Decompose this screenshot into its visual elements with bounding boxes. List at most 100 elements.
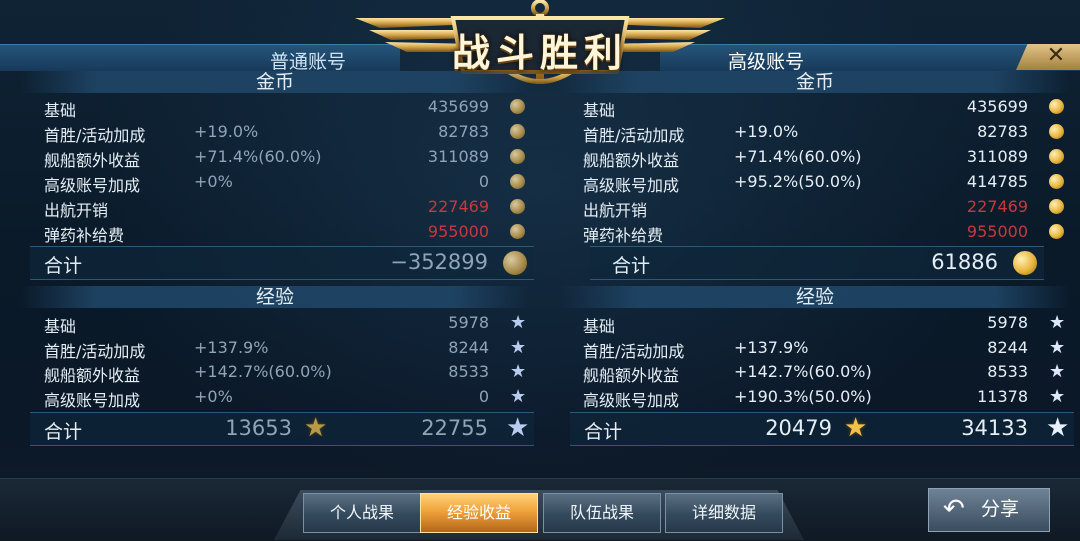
row-rate: +71.4%(60.0%) <box>734 147 862 166</box>
row-value: 8244 <box>448 338 489 357</box>
row-rate: +95.2%(50.0%) <box>734 172 862 191</box>
coin-icon <box>510 124 525 139</box>
row-value: 227469 <box>966 197 1028 216</box>
premium-gold-row: 弹药补给费 955000 <box>583 220 1073 245</box>
row-value: 0 <box>478 172 489 191</box>
normal-gold-row: 高级账号加成 +0% 0 <box>44 170 534 195</box>
total-value-1: 13653 <box>225 416 292 440</box>
premium-gold-total: 合计 61886 <box>590 246 1044 280</box>
coin-icon <box>1049 199 1064 214</box>
tab-detailed-data[interactable]: 详细数据 <box>665 493 783 533</box>
premium-gold-header: 金币 <box>560 71 1070 93</box>
star-icon: ★ <box>510 337 527 358</box>
coin-icon <box>510 99 525 114</box>
row-label: 首胜/活动加成 <box>44 342 146 361</box>
row-label: 弹药补给费 <box>583 226 664 245</box>
star-icon: ★ <box>1046 413 1070 443</box>
row-label: 舰船额外收益 <box>44 366 141 385</box>
tab-team-results[interactable]: 队伍战果 <box>543 493 661 533</box>
normal-gold-total: 合计 −352899 <box>30 246 534 280</box>
row-value: 82783 <box>438 122 489 141</box>
normal-exp-row: 舰船额外收益 +142.7%(60.0%) 8533 ★ <box>44 360 534 385</box>
row-label: 舰船额外收益 <box>44 151 141 170</box>
coin-icon <box>510 224 525 239</box>
row-label: 高级账号加成 <box>44 391 141 410</box>
total-label: 合计 <box>612 255 651 277</box>
row-value: 8533 <box>448 362 489 381</box>
premium-exp-row: 首胜/活动加成 +137.9% 8244 ★ <box>583 336 1073 361</box>
normal-gold-header: 金币 <box>20 71 530 93</box>
back-arrow-icon: ↶ <box>943 494 965 524</box>
row-label: 首胜/活动加成 <box>44 126 146 145</box>
premium-gold-row: 出航开销 227469 <box>583 195 1073 220</box>
coin-icon <box>510 149 525 164</box>
row-label: 高级账号加成 <box>583 391 680 410</box>
coin-icon <box>1013 251 1037 275</box>
star-icon: ★ <box>510 361 527 382</box>
row-value: 8244 <box>987 338 1028 357</box>
premium-gold-row: 高级账号加成 +95.2%(50.0%) 414785 <box>583 170 1073 195</box>
premium-exp-row: 舰船额外收益 +142.7%(60.0%) 8533 ★ <box>583 360 1073 385</box>
row-value: 435699 <box>966 97 1028 116</box>
normal-gold-row: 出航开销 227469 <box>44 195 534 220</box>
row-value: 8533 <box>987 362 1028 381</box>
premium-gold-row: 舰船额外收益 +71.4%(60.0%) 311089 <box>583 145 1073 170</box>
row-value: 0 <box>478 387 489 406</box>
tab-premium-label: 高级账号 <box>728 51 805 73</box>
share-label: 分享 <box>981 498 1020 520</box>
row-label: 基础 <box>44 101 77 120</box>
total-label: 合计 <box>44 421 83 443</box>
premium-exp-row: 高级账号加成 +190.3%(50.0%) 11378 ★ <box>583 385 1073 410</box>
premium-exp-total: 合计 20479 ★ 34133 ★ <box>570 412 1074 446</box>
row-label: 高级账号加成 <box>583 176 680 195</box>
row-value: 414785 <box>966 172 1028 191</box>
tab-normal-account[interactable]: 普通账号 <box>0 44 400 73</box>
coin-icon <box>510 174 525 189</box>
row-label: 舰船额外收益 <box>583 151 680 170</box>
total-label: 合计 <box>44 255 83 277</box>
normal-gold-row: 弹药补给费 955000 <box>44 220 534 245</box>
total-value-1: 20479 <box>765 416 832 440</box>
normal-exp-total: 合计 13653 ★ 22755 ★ <box>30 412 534 446</box>
row-rate: +19.0% <box>734 122 799 141</box>
coin-icon <box>1049 124 1064 139</box>
row-rate: +0% <box>194 387 233 406</box>
total-value: 61886 <box>931 250 998 274</box>
total-value-2: 22755 <box>421 416 488 440</box>
row-rate: +137.9% <box>734 338 809 357</box>
share-button[interactable]: ↶ 分享 <box>928 488 1050 532</box>
coin-icon <box>1049 149 1064 164</box>
row-label: 基础 <box>583 317 616 336</box>
row-value: 311089 <box>966 147 1028 166</box>
row-value: 955000 <box>966 222 1028 241</box>
coin-icon <box>1049 99 1064 114</box>
tab-personal-results[interactable]: 个人战果 <box>303 493 421 533</box>
row-value: 5978 <box>448 313 489 332</box>
star-icon: ★ <box>1049 312 1066 333</box>
premium-exp-row: 基础 5978 ★ <box>583 311 1073 336</box>
normal-gold-row: 首胜/活动加成 +19.0% 82783 <box>44 120 534 145</box>
coin-icon <box>1049 174 1064 189</box>
row-label: 基础 <box>44 317 77 336</box>
close-icon: ✕ <box>1046 43 1066 68</box>
row-value: 11378 <box>977 387 1028 406</box>
normal-gold-row: 舰船额外收益 +71.4%(60.0%) 311089 <box>44 145 534 170</box>
star-icon: ★ <box>1049 386 1066 407</box>
row-label: 出航开销 <box>44 201 109 220</box>
total-label: 合计 <box>584 421 623 443</box>
row-rate: +19.0% <box>194 122 259 141</box>
row-value: 5978 <box>987 313 1028 332</box>
tab-exp-income[interactable]: 经验收益 <box>420 493 538 533</box>
tab-normal-label: 普通账号 <box>270 51 347 73</box>
row-rate: +142.7%(60.0%) <box>194 362 332 381</box>
star-icon: ★ <box>510 386 527 407</box>
row-value: 435699 <box>427 97 489 116</box>
row-rate: +71.4%(60.0%) <box>194 147 322 166</box>
premium-gold-row: 基础 435699 <box>583 95 1073 120</box>
normal-exp-row: 高级账号加成 +0% 0 ★ <box>44 385 534 410</box>
row-label: 高级账号加成 <box>44 176 141 195</box>
star-icon: ★ <box>510 312 527 333</box>
coin-icon <box>510 199 525 214</box>
normal-exp-header: 经验 <box>20 286 530 308</box>
normal-exp-row: 首胜/活动加成 +137.9% 8244 ★ <box>44 336 534 361</box>
